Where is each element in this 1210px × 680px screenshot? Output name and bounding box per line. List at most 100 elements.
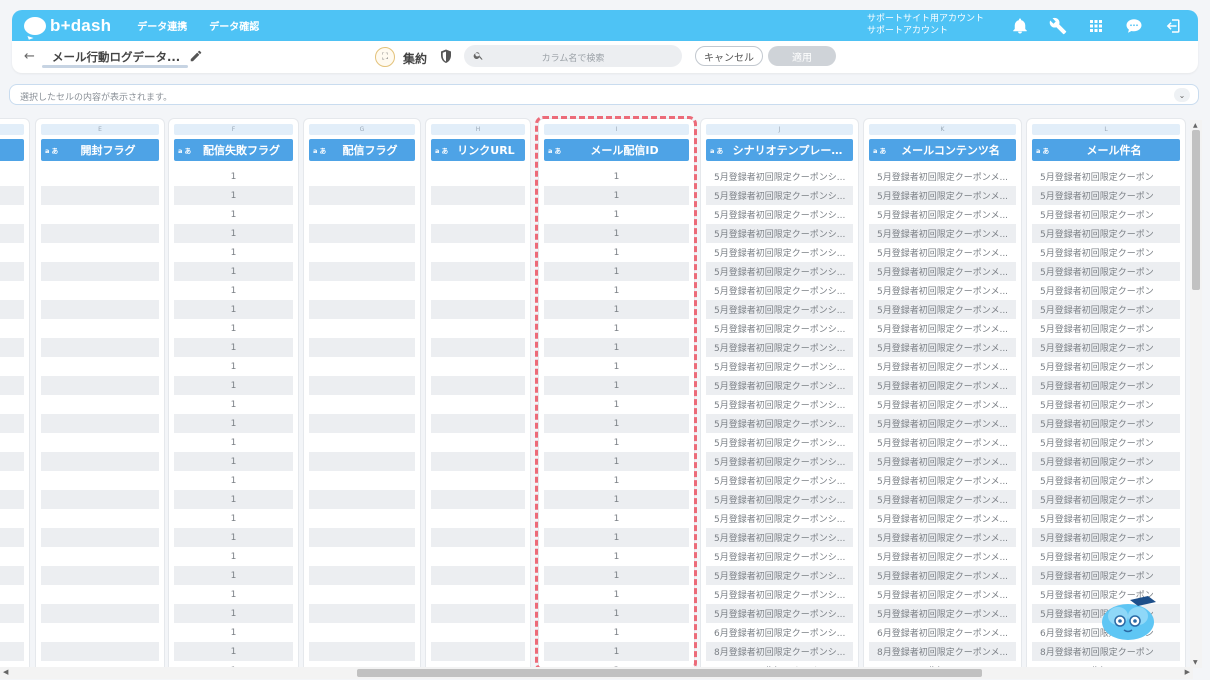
table-cell[interactable] [431, 471, 525, 490]
table-cell[interactable]: 5月登録者初回限定クーポンシ... [706, 490, 853, 509]
table-cell[interactable]: 1 [174, 338, 293, 357]
table-cell[interactable]: 1 [174, 604, 293, 623]
table-cell[interactable] [0, 642, 24, 661]
table-cell[interactable]: 5月登録者初回限定クーポンメ... [869, 300, 1016, 319]
table-cell[interactable]: 1 [544, 642, 689, 661]
table-cell[interactable]: 1 [174, 319, 293, 338]
table-cell[interactable] [309, 642, 415, 661]
table-cell[interactable]: 1 [544, 281, 689, 300]
table-cell[interactable] [309, 528, 415, 547]
column-header-delivery-flag[interactable]: a あ 配信フラグ [309, 139, 415, 161]
table-cell[interactable]: 5月登録者初回限定クーポンメ... [869, 224, 1016, 243]
nav-data-check[interactable]: データ確認 [209, 18, 259, 33]
table-cell[interactable]: 1 [174, 509, 293, 528]
table-cell[interactable] [0, 357, 24, 376]
table-cell[interactable] [0, 205, 24, 224]
table-cell[interactable] [309, 547, 415, 566]
table-cell[interactable] [431, 281, 525, 300]
column-J[interactable]: J a あシナリオテンプレー… 5月登録者初回限定クーポンシ... 5月登録者初回… [700, 118, 859, 667]
table-cell[interactable]: 5月登録者初回限定クーポンシ... [706, 376, 853, 395]
table-cell[interactable]: 5月登録者初回限定クーポン [1032, 452, 1180, 471]
table-cell[interactable] [431, 376, 525, 395]
table-cell[interactable]: 5月登録者初回限定クーポンシ... [706, 452, 853, 471]
table-cell[interactable]: 5月登録者初回限定クーポン [1032, 205, 1180, 224]
table-cell[interactable]: 5月登録者初回限定クーポンメ... [869, 186, 1016, 205]
table-cell[interactable] [0, 471, 24, 490]
column-header-partial[interactable] [0, 139, 24, 161]
table-cell[interactable]: 5月登録者初回限定クーポンシ... [706, 319, 853, 338]
table-cell[interactable]: 1 [544, 509, 689, 528]
table-cell[interactable] [41, 357, 159, 376]
chat-support-icon[interactable] [1124, 16, 1144, 36]
table-cell[interactable]: 5月登録者初回限定クーポンメ... [869, 205, 1016, 224]
cancel-button[interactable]: キャンセル [695, 46, 763, 66]
aggregate-icon[interactable]: ⛶ [375, 47, 395, 67]
table-cell[interactable]: 6月登録者初回限定クーポンメ... [869, 623, 1016, 642]
table-cell[interactable] [309, 585, 415, 604]
table-cell[interactable]: 5月登録者初回限定クーポンメ... [869, 357, 1016, 376]
table-cell[interactable]: 5月登録者初回限定クーポンメ... [869, 167, 1016, 186]
column-header-delivery-failed-flag[interactable]: a あ 配信失敗フラグ [174, 139, 293, 161]
horizontal-scrollbar[interactable]: ◀ ▶ [0, 667, 1193, 679]
table-cell[interactable]: 1 [174, 376, 293, 395]
column-D-partial[interactable] [0, 118, 30, 667]
column-L[interactable]: L a あメール件名 5月登録者初回限定クーポン 5月登録者初回限定クーポン 5月登… [1026, 118, 1186, 667]
table-cell[interactable]: 5月登録者初回限定クーポン [1032, 395, 1180, 414]
table-cell[interactable]: 5月登録者初回限定クーポンシ... [706, 167, 853, 186]
table-cell[interactable]: 5月登録者初回限定クーポン [1032, 414, 1180, 433]
table-cell[interactable]: 5月登録者初回限定クーポンメ... [869, 528, 1016, 547]
table-cell[interactable]: 5月登録者初回限定クーポンメ... [869, 319, 1016, 338]
column-header-mail-delivery-id[interactable]: a あ メール配信ID [544, 139, 689, 161]
table-cell[interactable]: 5月登録者初回限定クーポンメ... [869, 338, 1016, 357]
table-cell[interactable] [41, 452, 159, 471]
table-cell[interactable] [309, 224, 415, 243]
table-cell[interactable]: 5月登録者初回限定クーポンメ... [869, 395, 1016, 414]
logout-icon[interactable] [1162, 16, 1182, 36]
table-cell[interactable]: 1 [544, 414, 689, 433]
table-cell[interactable]: 5月登録者初回限定クーポンシ... [706, 338, 853, 357]
table-cell[interactable] [41, 433, 159, 452]
column-G[interactable]: G a あ 配信フラグ [303, 118, 421, 667]
table-cell[interactable] [309, 623, 415, 642]
table-cell[interactable]: 5月登録者初回限定クーポンシ... [706, 604, 853, 623]
table-cell[interactable] [309, 243, 415, 262]
scroll-right-icon[interactable]: ▶ [1185, 668, 1190, 676]
table-cell[interactable]: 1 [544, 243, 689, 262]
bell-icon[interactable] [1010, 16, 1030, 36]
table-cell[interactable] [309, 395, 415, 414]
table-cell[interactable]: 1 [544, 452, 689, 471]
column-F[interactable]: F a あ 配信失敗フラグ 111111111111111111111111111 [168, 118, 299, 667]
table-cell[interactable] [309, 338, 415, 357]
table-cell[interactable] [431, 623, 525, 642]
table-cell[interactable]: 5月登録者初回限定クーポンメ... [869, 585, 1016, 604]
table-cell[interactable]: 5月登録者初回限定クーポン [1032, 167, 1180, 186]
nav-data-integration[interactable]: データ連携 [137, 18, 187, 33]
table-cell[interactable] [0, 224, 24, 243]
table-cell[interactable]: 1 [174, 528, 293, 547]
table-cell[interactable] [309, 357, 415, 376]
table-cell[interactable] [41, 471, 159, 490]
table-cell[interactable]: 5月登録者初回限定クーポンシ... [706, 528, 853, 547]
table-cell[interactable]: 5月登録者初回限定クーポンメ... [869, 547, 1016, 566]
table-cell[interactable]: 5月登録者初回限定クーポンメ... [869, 262, 1016, 281]
table-cell[interactable]: 5月登録者初回限定クーポンメ... [869, 281, 1016, 300]
table-cell[interactable]: 5月登録者初回限定クーポンメ... [869, 490, 1016, 509]
column-H[interactable]: H a あリンクURL [425, 118, 531, 667]
table-cell[interactable] [431, 357, 525, 376]
table-cell[interactable] [431, 224, 525, 243]
table-cell[interactable]: 1 [174, 642, 293, 661]
table-cell[interactable]: 5月登録者初回限定クーポン [1032, 319, 1180, 338]
table-cell[interactable]: 5月登録者初回限定クーポンシ... [706, 433, 853, 452]
brand-logo[interactable]: b+dash [24, 16, 111, 36]
table-cell[interactable]: 1 [544, 300, 689, 319]
table-cell[interactable]: 5月登録者初回限定クーポン [1032, 338, 1180, 357]
column-K[interactable]: K a あメールコンテンツ名 5月登録者初回限定クーポンメ... 5月登録者初回限… [863, 118, 1022, 667]
table-cell[interactable]: 5月登録者初回限定クーポン [1032, 433, 1180, 452]
shield-icon[interactable] [440, 49, 452, 64]
table-cell[interactable] [431, 262, 525, 281]
chevron-down-icon[interactable]: ⌄ [1174, 88, 1190, 102]
table-cell[interactable] [0, 414, 24, 433]
table-cell[interactable]: 5月登録者初回限定クーポンシ... [706, 186, 853, 205]
scroll-down-icon[interactable]: ▼ [1193, 659, 1198, 666]
table-cell[interactable] [0, 509, 24, 528]
